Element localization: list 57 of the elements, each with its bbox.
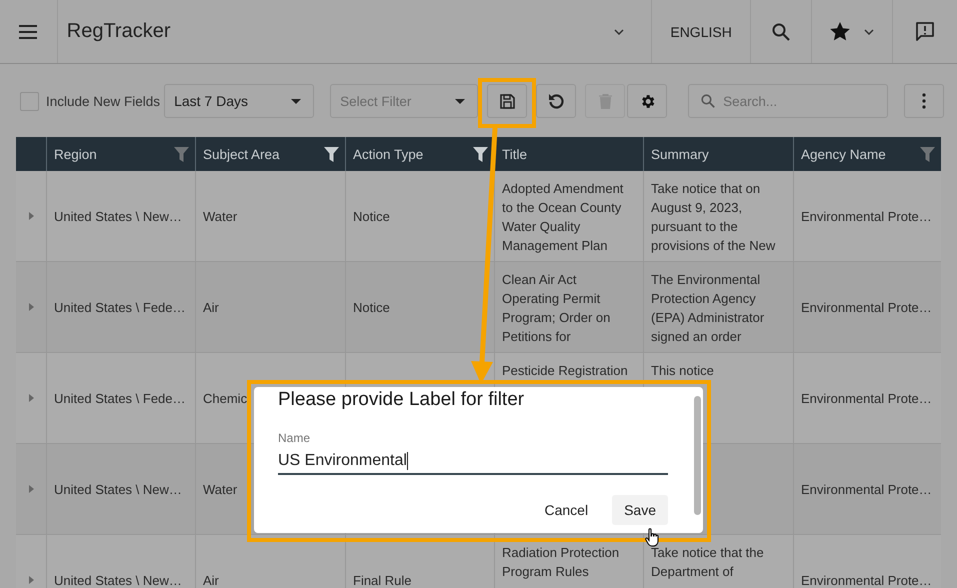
- column-title: Region: [54, 146, 97, 162]
- date-range-dropdown[interactable]: Last 7 Days: [164, 84, 314, 118]
- column-header[interactable]: Region: [46, 137, 195, 171]
- table-cell: United States \ Fede…: [46, 353, 195, 444]
- highlight-frame: [478, 78, 536, 128]
- column-title: Action Type: [353, 146, 424, 162]
- reset-button[interactable]: [536, 84, 576, 118]
- expand-icon[interactable]: [28, 212, 34, 220]
- column-header[interactable]: Summary: [643, 137, 793, 171]
- column-header[interactable]: Action Type: [345, 137, 494, 171]
- table-cell: Environmental Prote…: [793, 171, 941, 262]
- filter-icon[interactable]: [473, 146, 488, 162]
- table-cell: Water: [195, 171, 345, 262]
- checkbox[interactable]: [20, 92, 39, 110]
- search-icon[interactable]: [772, 22, 790, 40]
- column-title: Subject Area: [203, 146, 280, 162]
- table-cell: Take notice that on August 9, 2023, pursuant to the provisions of the New: [643, 171, 793, 262]
- table-cell: Notice: [345, 262, 494, 353]
- more-vertical-icon[interactable]: [922, 93, 926, 109]
- header-cell: [16, 137, 46, 171]
- chevron-down-icon[interactable]: [614, 28, 624, 34]
- table-cell: Environmental Prote…: [793, 262, 941, 353]
- dropdown-arrow-icon[interactable]: [455, 98, 466, 104]
- table-cell: United States \ Fede…: [46, 262, 195, 353]
- expand-icon[interactable]: [28, 394, 34, 402]
- checkbox-label: Include New Fields: [46, 94, 160, 108]
- search-icon: [701, 94, 716, 108]
- app-title: RegTracker: [66, 20, 170, 43]
- expand-icon[interactable]: [28, 576, 34, 584]
- save-button[interactable]: [487, 84, 528, 118]
- filter-icon[interactable]: [324, 146, 339, 162]
- name-input-field[interactable]: US Environmental: [278, 449, 668, 475]
- refresh-icon[interactable]: [548, 92, 565, 110]
- table-cell: The Environmental Protection Agency (EPA) Administrator signed an order: [643, 262, 793, 353]
- table-cell: Environmental Prote…: [793, 353, 941, 444]
- column-title: Title: [502, 146, 528, 162]
- column-header[interactable]: Subject Area: [195, 137, 345, 171]
- feedback-icon[interactable]: [915, 22, 936, 42]
- dialog-button[interactable]: Save: [612, 495, 668, 525]
- dropdown-arrow-icon[interactable]: [291, 98, 302, 104]
- settings-button[interactable]: [627, 84, 668, 118]
- scrollbar[interactable]: [694, 396, 701, 515]
- table-cell: Air: [195, 262, 345, 353]
- star-icon[interactable]: [830, 22, 850, 41]
- chevron-down-icon[interactable]: [864, 28, 874, 34]
- table-cell: Environmental Prote…: [793, 444, 941, 535]
- column-header[interactable]: Agency Name: [793, 137, 941, 171]
- column-title: Agency Name: [801, 146, 886, 162]
- language-selector[interactable]: ENGLISH: [670, 24, 732, 40]
- table-cell: Clean Air Act Operating Permit Program; Order on Petitions for: [494, 262, 643, 353]
- table-cell: United States \ New…: [46, 444, 195, 535]
- column-title: Summary: [651, 146, 709, 162]
- field-label: Name: [278, 431, 312, 445]
- menu-icon[interactable]: [19, 24, 38, 38]
- table-cell: United States \ New…: [46, 171, 195, 262]
- column-header[interactable]: Title: [494, 137, 643, 171]
- table-cell: Notice: [345, 171, 494, 262]
